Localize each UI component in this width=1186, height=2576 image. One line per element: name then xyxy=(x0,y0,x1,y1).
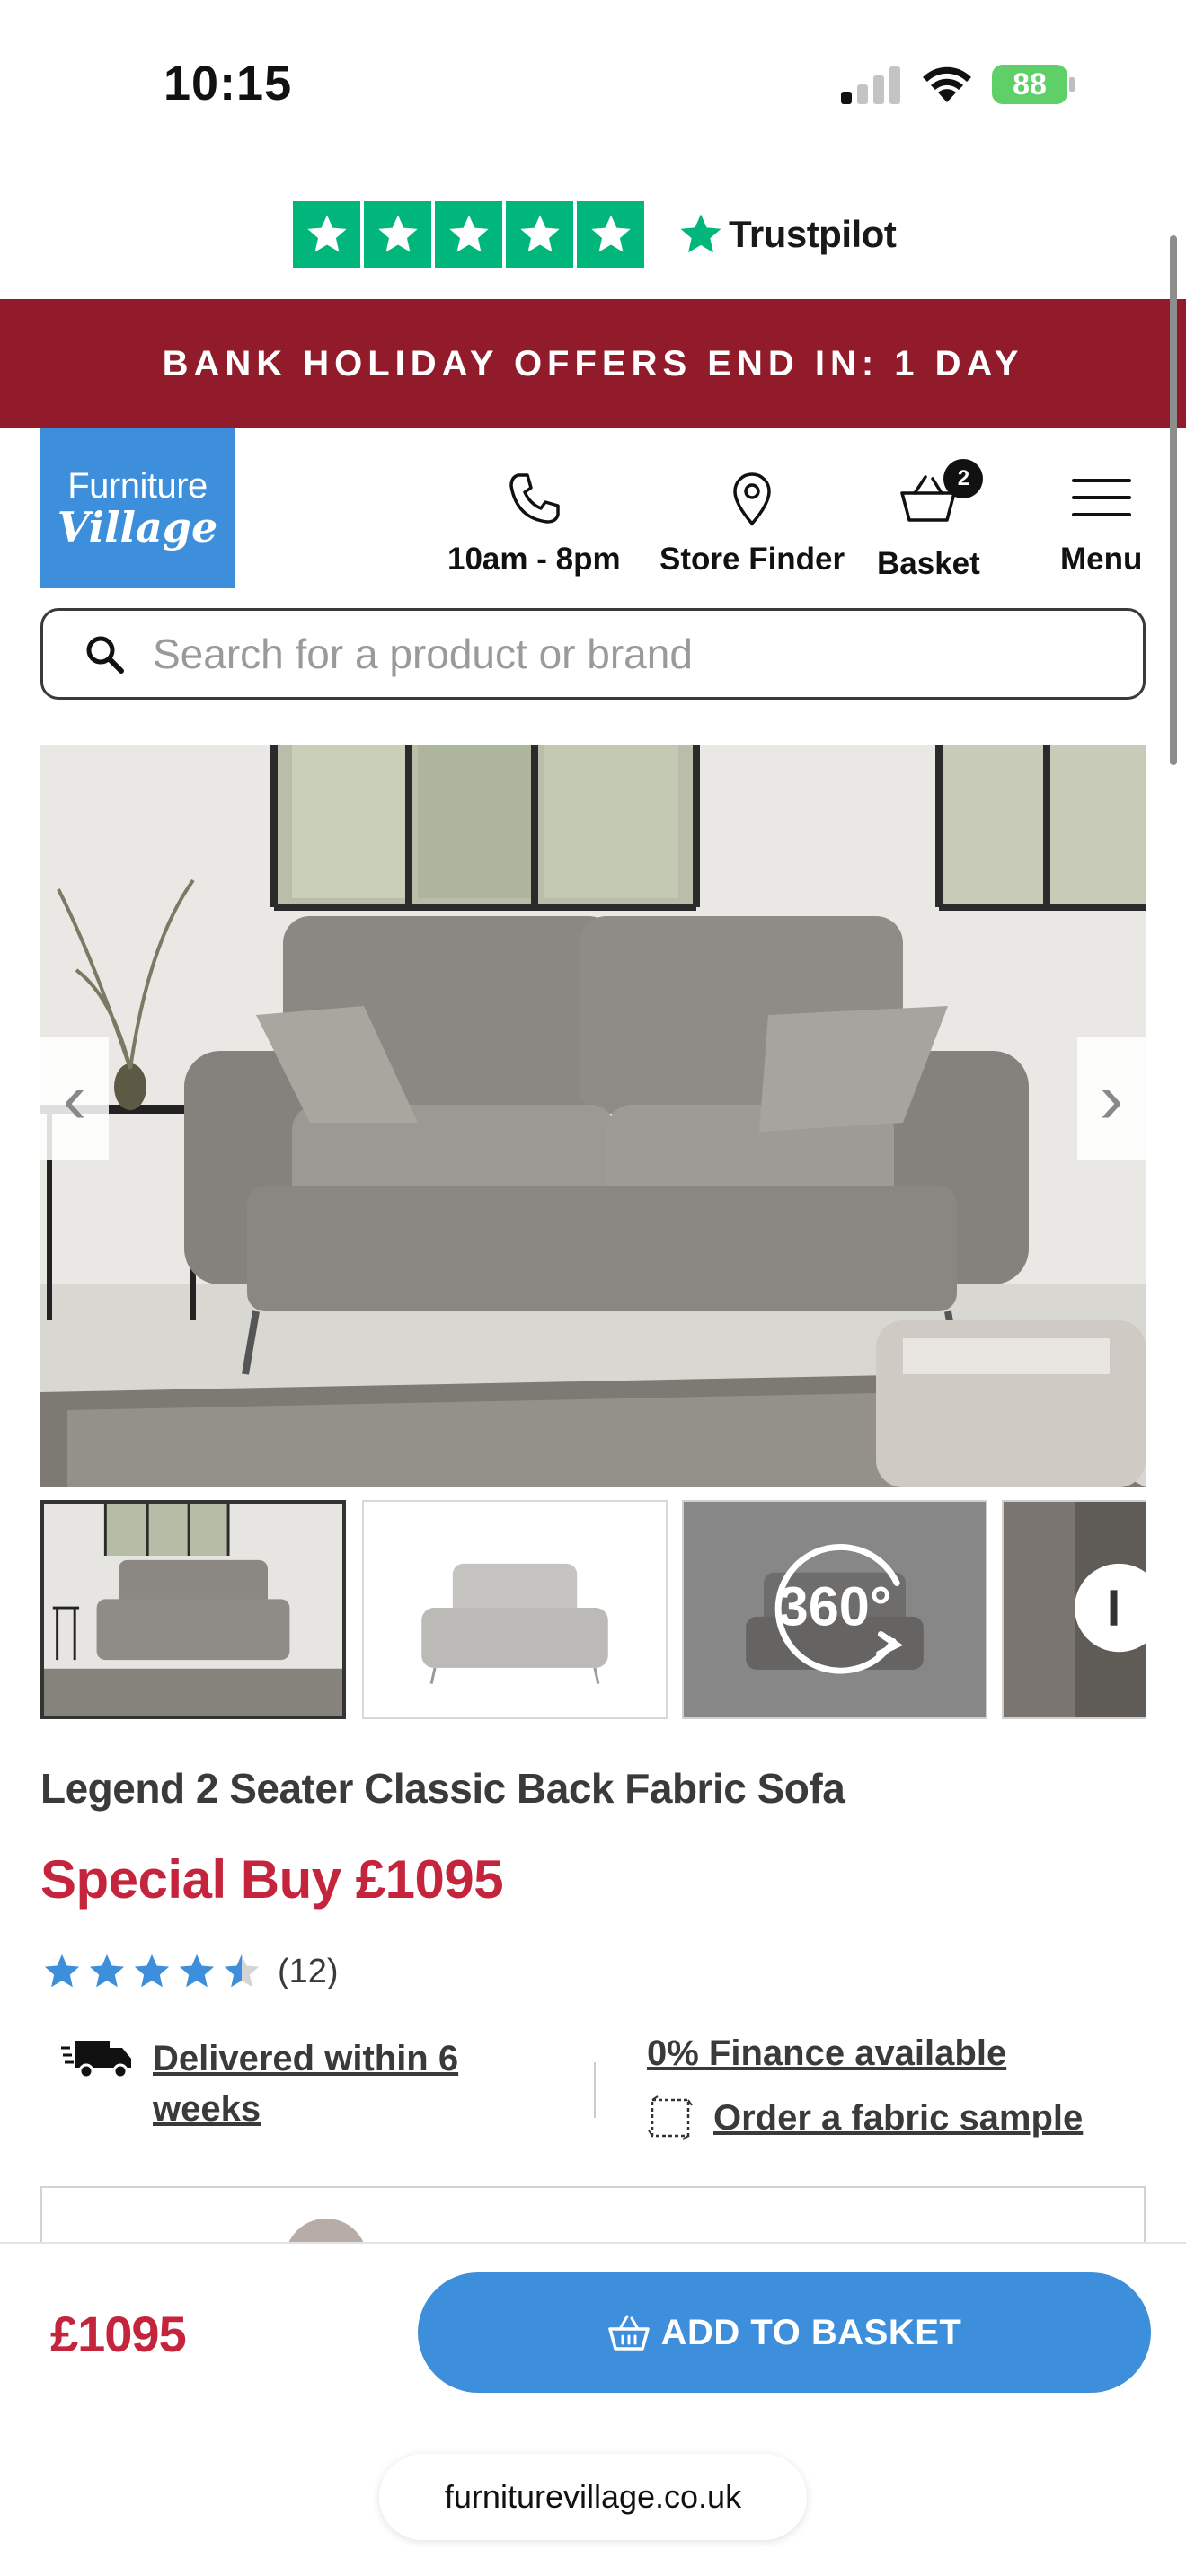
hamburger-menu-icon xyxy=(1071,479,1131,516)
site-header: Furniture Village 10am - 8pm Store Finde… xyxy=(0,428,1186,599)
phone-icon xyxy=(509,473,561,524)
sofa-detail-image xyxy=(1004,1502,1146,1717)
search-input[interactable] xyxy=(153,630,1123,678)
status-bar: 10:15 88 xyxy=(0,0,1186,171)
star-icon xyxy=(293,201,360,268)
star-icon xyxy=(435,201,502,268)
product-price: Special Buy £1095 xyxy=(40,1849,504,1910)
add-to-basket-button[interactable]: ADD TO BASKET xyxy=(418,2272,1151,2393)
rating-star-icon xyxy=(224,1954,260,1988)
delivery-truck-icon xyxy=(61,2041,131,2079)
product-rating[interactable]: (12) xyxy=(40,1951,339,1992)
star-icon xyxy=(506,201,573,268)
trustpilot-rating[interactable]: Trustpilot xyxy=(293,201,897,268)
location-pin-icon xyxy=(733,472,771,526)
rating-star-icon xyxy=(134,1954,170,1988)
sofa-cutout-image xyxy=(364,1502,666,1717)
star-icon xyxy=(364,201,431,268)
cellular-signal-icon xyxy=(841,66,900,104)
thumbnail-strip: 360° xyxy=(40,1500,1146,1719)
battery-icon: 88 xyxy=(992,65,1075,104)
carousel-prev-button[interactable]: ‹ xyxy=(40,1037,109,1160)
product-main-image[interactable]: ‹ › xyxy=(40,745,1146,1487)
rating-star-icon xyxy=(89,1954,125,1988)
search-bar[interactable] xyxy=(40,608,1146,700)
trustpilot-brand: Trustpilot xyxy=(729,213,897,255)
product-title: Legend 2 Seater Classic Back Fabric Sofa xyxy=(40,1765,845,1812)
delivery-info[interactable]: Delivered within 6 weeks xyxy=(61,2033,512,2134)
thumbnail-360-view[interactable]: 360° xyxy=(682,1500,987,1719)
nav-basket[interactable]: 2 Basket xyxy=(877,459,984,582)
finance-link[interactable]: 0% Finance available xyxy=(647,2033,1006,2074)
chevron-right-icon: › xyxy=(1099,1058,1124,1138)
basket-count-badge: 2 xyxy=(943,459,984,498)
logo-text-bottom: Village xyxy=(57,502,218,551)
carousel-next-button[interactable]: › xyxy=(1077,1037,1146,1160)
trustpilot-star-icon xyxy=(680,214,721,253)
nav-label-basket: Basket xyxy=(877,546,980,581)
status-time: 10:15 xyxy=(164,57,293,110)
nav-label-menu: Menu xyxy=(1060,542,1143,577)
add-to-basket-label: ADD TO BASKET xyxy=(660,2312,962,2352)
nav-store-finder[interactable]: Store Finder xyxy=(659,466,845,578)
sofa-lifestyle-photo xyxy=(40,745,1146,1487)
thumbnail-detail[interactable] xyxy=(1002,1500,1146,1719)
search-icon xyxy=(86,636,124,674)
rating-stars xyxy=(40,1951,263,1992)
trustpilot-stars xyxy=(293,201,644,268)
thumbnail-lifestyle[interactable] xyxy=(40,1500,346,1719)
star-icon xyxy=(577,201,644,268)
rotate-360-icon: 360° xyxy=(684,1502,986,1717)
browser-url: furniturevillage.co.uk xyxy=(444,2478,742,2515)
wifi-icon xyxy=(923,66,971,102)
delivery-link[interactable]: Delivered within 6 weeks xyxy=(153,2033,512,2134)
fabric-sample-link[interactable]: Order a fabric sample xyxy=(713,2098,1083,2139)
promo-banner[interactable]: BANK HOLIDAY OFFERS END IN: 1 DAY xyxy=(0,299,1186,428)
chevron-left-icon: ‹ xyxy=(62,1058,87,1138)
promo-text: BANK HOLIDAY OFFERS END IN: 1 DAY xyxy=(162,343,1024,384)
rating-star-icon xyxy=(44,1954,80,1988)
basket-icon xyxy=(607,2315,650,2351)
fabric-sample[interactable]: Order a fabric sample xyxy=(647,2095,1083,2141)
thumbnail-cutout[interactable] xyxy=(362,1500,668,1719)
sofa-thumbnail-image xyxy=(44,1504,342,1716)
sticky-price: £1095 xyxy=(50,2306,187,2362)
nav-label-store-finder: Store Finder xyxy=(659,542,845,577)
trustpilot-logo: Trustpilot xyxy=(677,210,897,259)
nav-opening-hours[interactable]: 10am - 8pm xyxy=(447,466,621,578)
logo-text-top: Furniture xyxy=(67,465,208,506)
info-divider xyxy=(594,2062,596,2118)
browser-url-bar[interactable]: furniturevillage.co.uk xyxy=(379,2454,807,2540)
nav-label-hours: 10am - 8pm xyxy=(447,542,621,577)
furniture-village-logo[interactable]: Furniture Village xyxy=(40,428,235,588)
battery-level: 88 xyxy=(992,65,1067,104)
sticky-buy-bar: £1095 ADD TO BASKET furniturevillage.co.… xyxy=(0,2242,1186,2576)
review-count: (12) xyxy=(278,1952,339,1990)
fabric-swatch-icon xyxy=(648,2095,693,2140)
360-label: 360° xyxy=(778,1576,892,1637)
nav-menu[interactable]: Menu xyxy=(1060,466,1142,578)
scrollbar[interactable] xyxy=(1170,235,1177,765)
rating-star-icon xyxy=(179,1954,215,1988)
